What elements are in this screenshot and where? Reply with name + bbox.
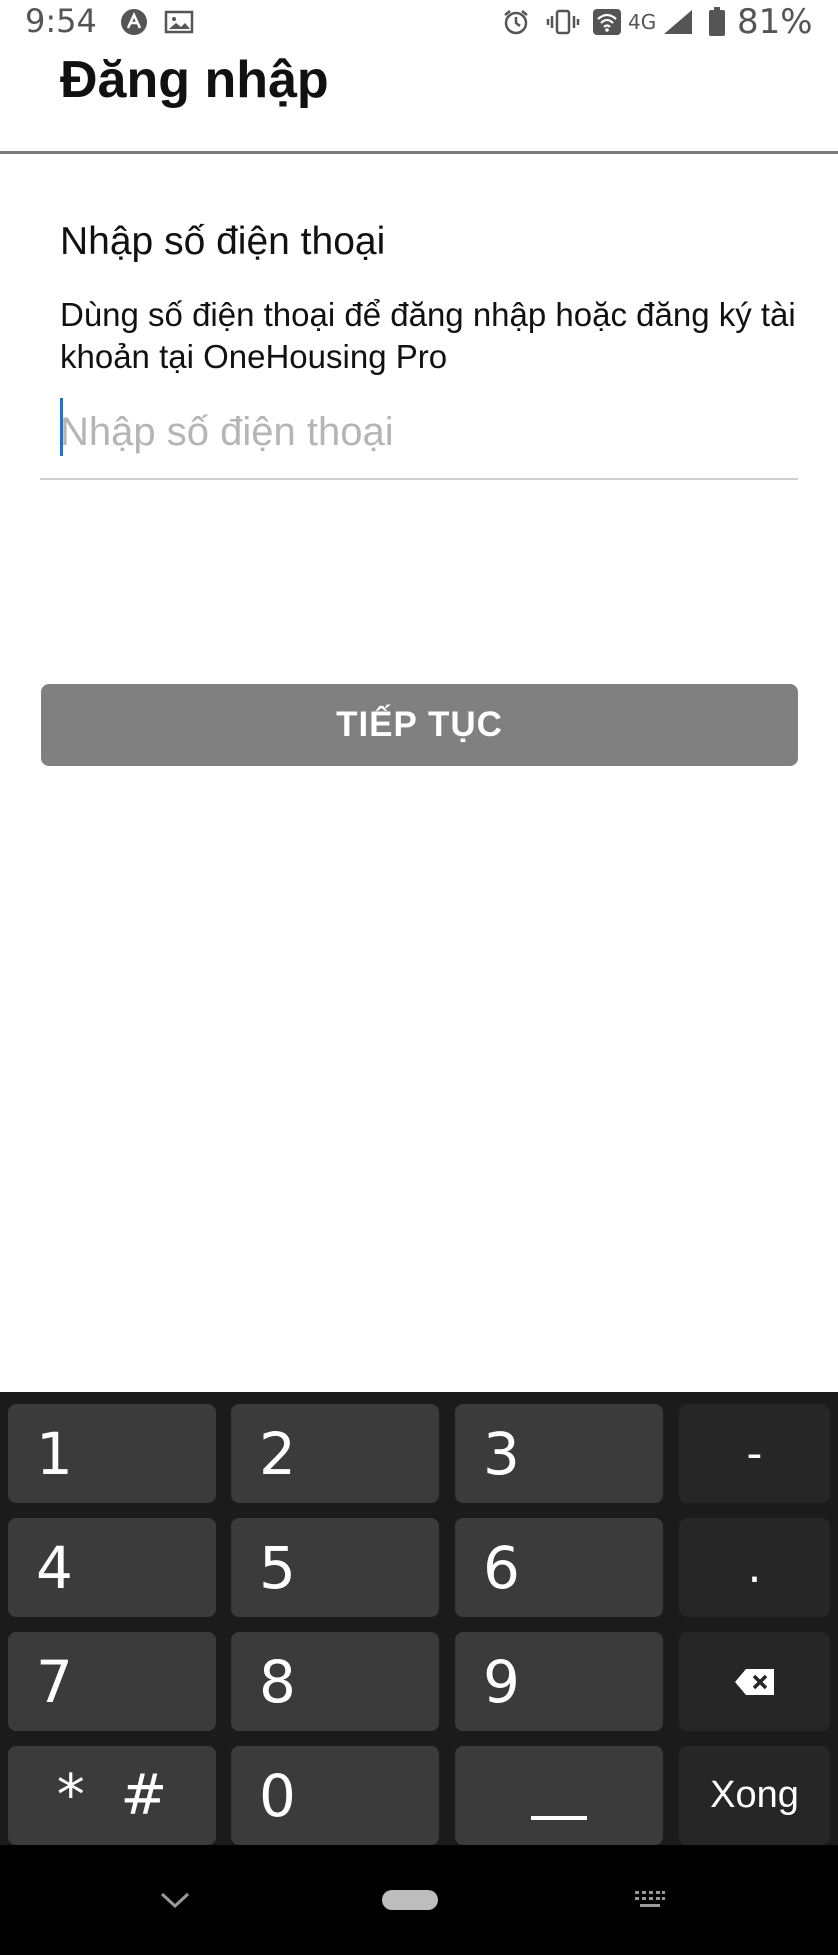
wifi-icon [592, 8, 622, 36]
key-2[interactable]: 2 [231, 1404, 439, 1503]
image-notification-icon [164, 8, 194, 36]
done-key[interactable]: Xong [679, 1746, 830, 1845]
space-key[interactable] [455, 1746, 663, 1845]
status-bar: 9:54 4G 81% [0, 0, 838, 44]
phone-number-input[interactable] [60, 402, 790, 462]
backspace-icon [734, 1656, 776, 1707]
battery-percent: 81% [737, 2, 813, 42]
hide-keyboard-icon[interactable] [150, 1880, 200, 1920]
system-nav-bar [0, 1845, 838, 1955]
continue-button[interactable]: TIẾP TỤC [41, 684, 798, 766]
section-description: Dùng số điện thoại để đăng nhập hoặc đăn… [60, 296, 796, 375]
key-9[interactable]: 9 [455, 1632, 663, 1731]
text-caret [60, 398, 63, 456]
key-5[interactable]: 5 [231, 1518, 439, 1617]
header-divider [0, 151, 838, 154]
key-6[interactable]: 6 [455, 1518, 663, 1617]
key-3[interactable]: 3 [455, 1404, 663, 1503]
battery-icon [708, 7, 726, 36]
key-7[interactable]: 7 [8, 1632, 216, 1731]
section-title: Nhập số điện thoại [60, 220, 386, 263]
done-key-label: Xong [710, 1774, 799, 1816]
keyboard-switch-icon[interactable] [630, 1880, 670, 1920]
key-star-hash[interactable]: * # [8, 1746, 216, 1845]
signal-icon [662, 8, 694, 36]
key-8[interactable]: 8 [231, 1632, 439, 1731]
numeric-keyboard: 1 2 3 - 4 5 6 . 7 8 9 * # 0 Xong [0, 1392, 838, 1845]
page-title: Đăng nhập [60, 51, 329, 109]
key-period[interactable]: . [679, 1518, 830, 1617]
home-pill-icon[interactable] [380, 1880, 440, 1920]
key-0[interactable]: 0 [231, 1746, 439, 1845]
key-dash[interactable]: - [679, 1404, 830, 1503]
backspace-key[interactable] [679, 1632, 830, 1731]
alarm-icon [502, 8, 530, 36]
vibrate-icon [546, 8, 580, 36]
key-4[interactable]: 4 [8, 1518, 216, 1617]
space-icon [529, 1754, 589, 1838]
status-time: 9:54 [25, 2, 97, 40]
key-1[interactable]: 1 [8, 1404, 216, 1503]
input-underline [40, 478, 798, 480]
app-notification-icon [120, 8, 148, 36]
network-type: 4G [628, 10, 657, 34]
